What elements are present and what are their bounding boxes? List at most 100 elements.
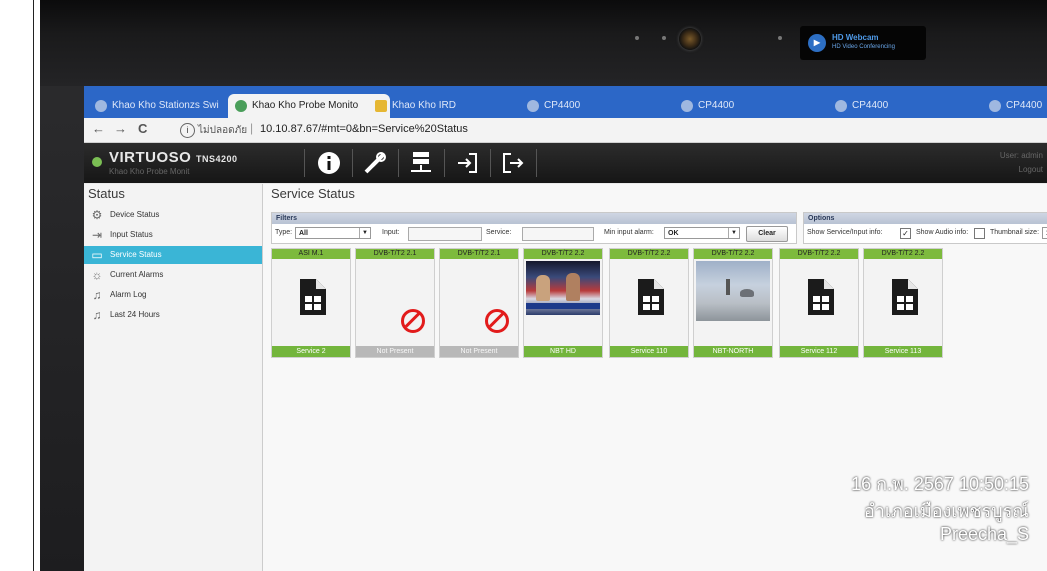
service-name-label: Service 113 (864, 346, 942, 357)
service-input-label: DVB-T/T2 2.2 (694, 249, 772, 259)
service-name-label: Service 112 (780, 346, 858, 357)
reload-icon[interactable]: C (138, 121, 147, 136)
options-heading: Options (804, 213, 1047, 224)
browser-tab[interactable]: CP4400 ✕ (520, 94, 696, 118)
favicon-icon (681, 100, 693, 112)
browser-tab[interactable]: Khao Kho Stationzs Swi ✕ (88, 94, 250, 118)
service-name-label: Not Present (356, 346, 434, 357)
video-thumbnail (526, 261, 600, 315)
service-tile[interactable]: DVB-T/T2 2.1 Not Present (439, 248, 519, 358)
input-filter-field[interactable] (408, 227, 482, 241)
show-audio-checkbox[interactable] (974, 228, 985, 239)
sidebar-item-device-status[interactable]: ⚙ Device Status (84, 206, 262, 224)
service-filter-field[interactable] (522, 227, 594, 241)
service-input-label: DVB-T/T2 2.2 (610, 249, 688, 259)
webcam-badge: ▶ HD Webcam HD Video Conferencing (800, 26, 926, 60)
service-input-label: DVB-T/T2 2.2 (780, 249, 858, 259)
sidebar-item-label: Input Status (110, 230, 153, 239)
page-title: Service Status (271, 186, 355, 201)
tab-label: CP4400 (1006, 100, 1043, 111)
browser-tab-active[interactable]: Khao Kho Probe Monito ✕ (228, 94, 390, 118)
input-label: Input: (382, 229, 400, 236)
favicon-icon (235, 100, 247, 112)
brand-name: VIRTUOSO (109, 149, 192, 166)
camera-lens-icon (679, 28, 701, 50)
back-arrow-icon[interactable]: ← (92, 121, 105, 136)
frame-border (33, 0, 34, 571)
show-service-info-label: Show Service/Input info: (807, 229, 883, 236)
sidebar-item-label: Alarm Log (110, 290, 147, 299)
service-input-label: DVB-T/T2 2.2 (524, 249, 602, 259)
service-tile[interactable]: ASI M.1 Service 2 (271, 248, 351, 358)
type-select[interactable]: All ▼ (295, 227, 371, 239)
service-name-label: Service 2 (272, 346, 350, 357)
forward-arrow-icon[interactable]: → (114, 121, 127, 136)
webcam-title: HD Webcam (832, 33, 879, 42)
url-field[interactable]: 10.10.87.67/#mt=0&bn=Service%20Status (260, 123, 468, 135)
service-tile[interactable]: DVB-T/T2 2.1 Not Present (355, 248, 435, 358)
min-alarm-label: Min input alarm: (604, 229, 654, 236)
sidebar-item-current-alarms[interactable]: ☼ Current Alarms (84, 266, 262, 284)
logout-link[interactable]: Logout (1000, 163, 1043, 177)
sidebar-item-input-status[interactable]: ⇥ Input Status (84, 226, 262, 244)
service-tile[interactable]: DVB-T/T2 2.2 Service 110 (609, 248, 689, 358)
service-label: Service: (486, 229, 512, 236)
no-thumbnail-document-icon (300, 279, 326, 315)
photo-of-laptop: ▶ HD Webcam HD Video Conferencing Khao K… (40, 0, 1047, 571)
login-icon (458, 153, 477, 173)
browser-tab[interactable]: Khao Kho IRD ✕ (368, 94, 542, 118)
service-tile[interactable]: DVB-T/T2 2.2 Service 112 (779, 248, 859, 358)
brand-subtitle: Khao Kho Probe Monit (109, 167, 190, 176)
video-camera-icon: ▶ (808, 34, 826, 52)
network-button[interactable] (404, 147, 438, 179)
no-thumbnail-document-icon (808, 279, 834, 315)
tab-label: Khao Kho Probe Monito (252, 100, 359, 111)
info-icon[interactable]: i (180, 123, 195, 138)
toolbar-divider (398, 149, 399, 177)
toolbar-divider (304, 149, 305, 177)
show-service-info-checkbox[interactable]: ✓ (900, 228, 911, 239)
import-button[interactable] (450, 147, 484, 179)
settings-button[interactable] (358, 147, 392, 179)
service-input-label: DVB-T/T2 2.2 (864, 249, 942, 259)
sidebar-item-label: Device Status (110, 210, 160, 219)
favicon-icon (527, 100, 539, 112)
sidebar: Status ⚙ Device Status ⇥ Input Status ▭ … (84, 184, 263, 571)
overlay-datetime: 16 ก.พ. 2567 10:50:15 (851, 474, 1029, 494)
tab-label: CP4400 (544, 100, 581, 111)
min-alarm-select[interactable]: OK ▼ (664, 227, 740, 239)
options-box: Options Show Service/Input info: ✓ Show … (803, 212, 1047, 244)
type-select-value: All (299, 230, 308, 237)
video-thumbnail (696, 261, 770, 321)
bell-icon: ♫ (92, 308, 102, 322)
service-name-label: NBT-NORTH (694, 346, 772, 357)
scene-rock (740, 289, 754, 297)
logout-button[interactable] (496, 147, 530, 179)
overlay-author: Preecha_S (939, 524, 1029, 544)
service-tile[interactable]: DVB-T/T2 2.2 NBT-NORTH (693, 248, 773, 358)
thumb-size-select[interactable]: 100px (1042, 227, 1047, 239)
info-button[interactable] (312, 147, 346, 179)
no-thumbnail-document-icon (892, 279, 918, 315)
laptop-bezel: ▶ HD Webcam HD Video Conferencing (40, 0, 1047, 86)
service-name-label: NBT HD (524, 346, 602, 357)
sensor-dot (635, 36, 639, 40)
not-present-icon (485, 309, 509, 333)
browser-tab[interactable]: CP4400 (982, 94, 1047, 118)
service-tile[interactable]: DVB-T/T2 2.2 Service 113 (863, 248, 943, 358)
sidebar-item-label: Current Alarms (110, 270, 164, 279)
service-tile[interactable]: DVB-T/T2 2.2 NBT HD (523, 248, 603, 358)
sidebar-title: Status (88, 186, 125, 201)
toolbar-divider (352, 149, 353, 177)
browser-tab[interactable]: CP4400 ✕ (828, 94, 1004, 118)
sidebar-item-alarm-log[interactable]: ♫ Alarm Log (84, 286, 262, 304)
sidebar-item-service-status[interactable]: ▭ Service Status (84, 246, 262, 264)
security-label[interactable]: ไม่ปลอดภัย (198, 123, 247, 138)
favicon-icon (95, 100, 107, 112)
tab-label: CP4400 (852, 100, 889, 111)
browser-tab[interactable]: CP4400 ✕ (674, 94, 850, 118)
clear-button[interactable]: Clear (746, 226, 788, 242)
sidebar-item-last-24-hours[interactable]: ♫ Last 24 Hours (84, 306, 262, 324)
scene-figure (726, 279, 730, 295)
not-present-icon (401, 309, 425, 333)
